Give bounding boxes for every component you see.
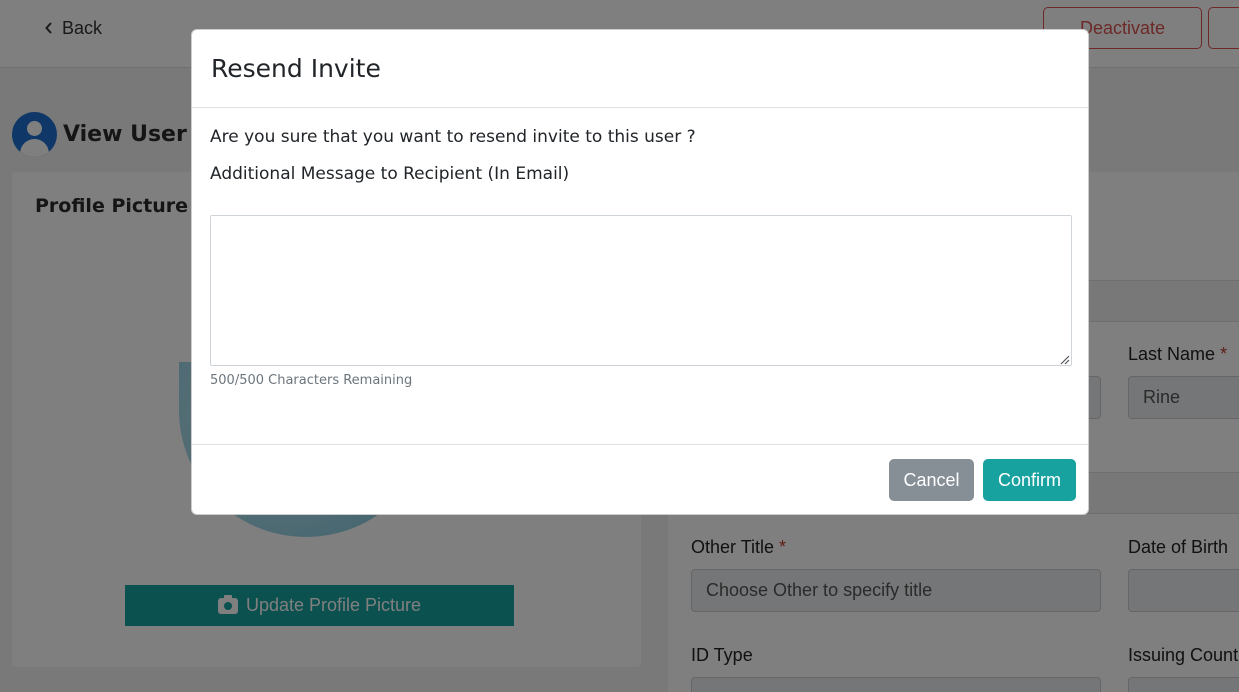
resend-invite-modal: Resend Invite Are you sure that you want… <box>191 29 1089 515</box>
modal-header: Resend Invite <box>192 30 1088 108</box>
modal-footer: Cancel Confirm <box>192 444 1088 514</box>
cancel-button[interactable]: Cancel <box>889 459 974 501</box>
additional-message-label: Additional Message to Recipient (In Emai… <box>210 164 570 184</box>
character-counter: 500/500 Characters Remaining <box>210 373 413 388</box>
additional-message-input[interactable] <box>210 215 1072 366</box>
confirm-question: Are you sure that you want to resend inv… <box>210 127 696 147</box>
resize-handle-icon[interactable] <box>1058 352 1070 370</box>
confirm-button[interactable]: Confirm <box>983 459 1076 501</box>
modal-title: Resend Invite <box>211 54 381 83</box>
modal-body: Are you sure that you want to resend inv… <box>192 108 1088 444</box>
